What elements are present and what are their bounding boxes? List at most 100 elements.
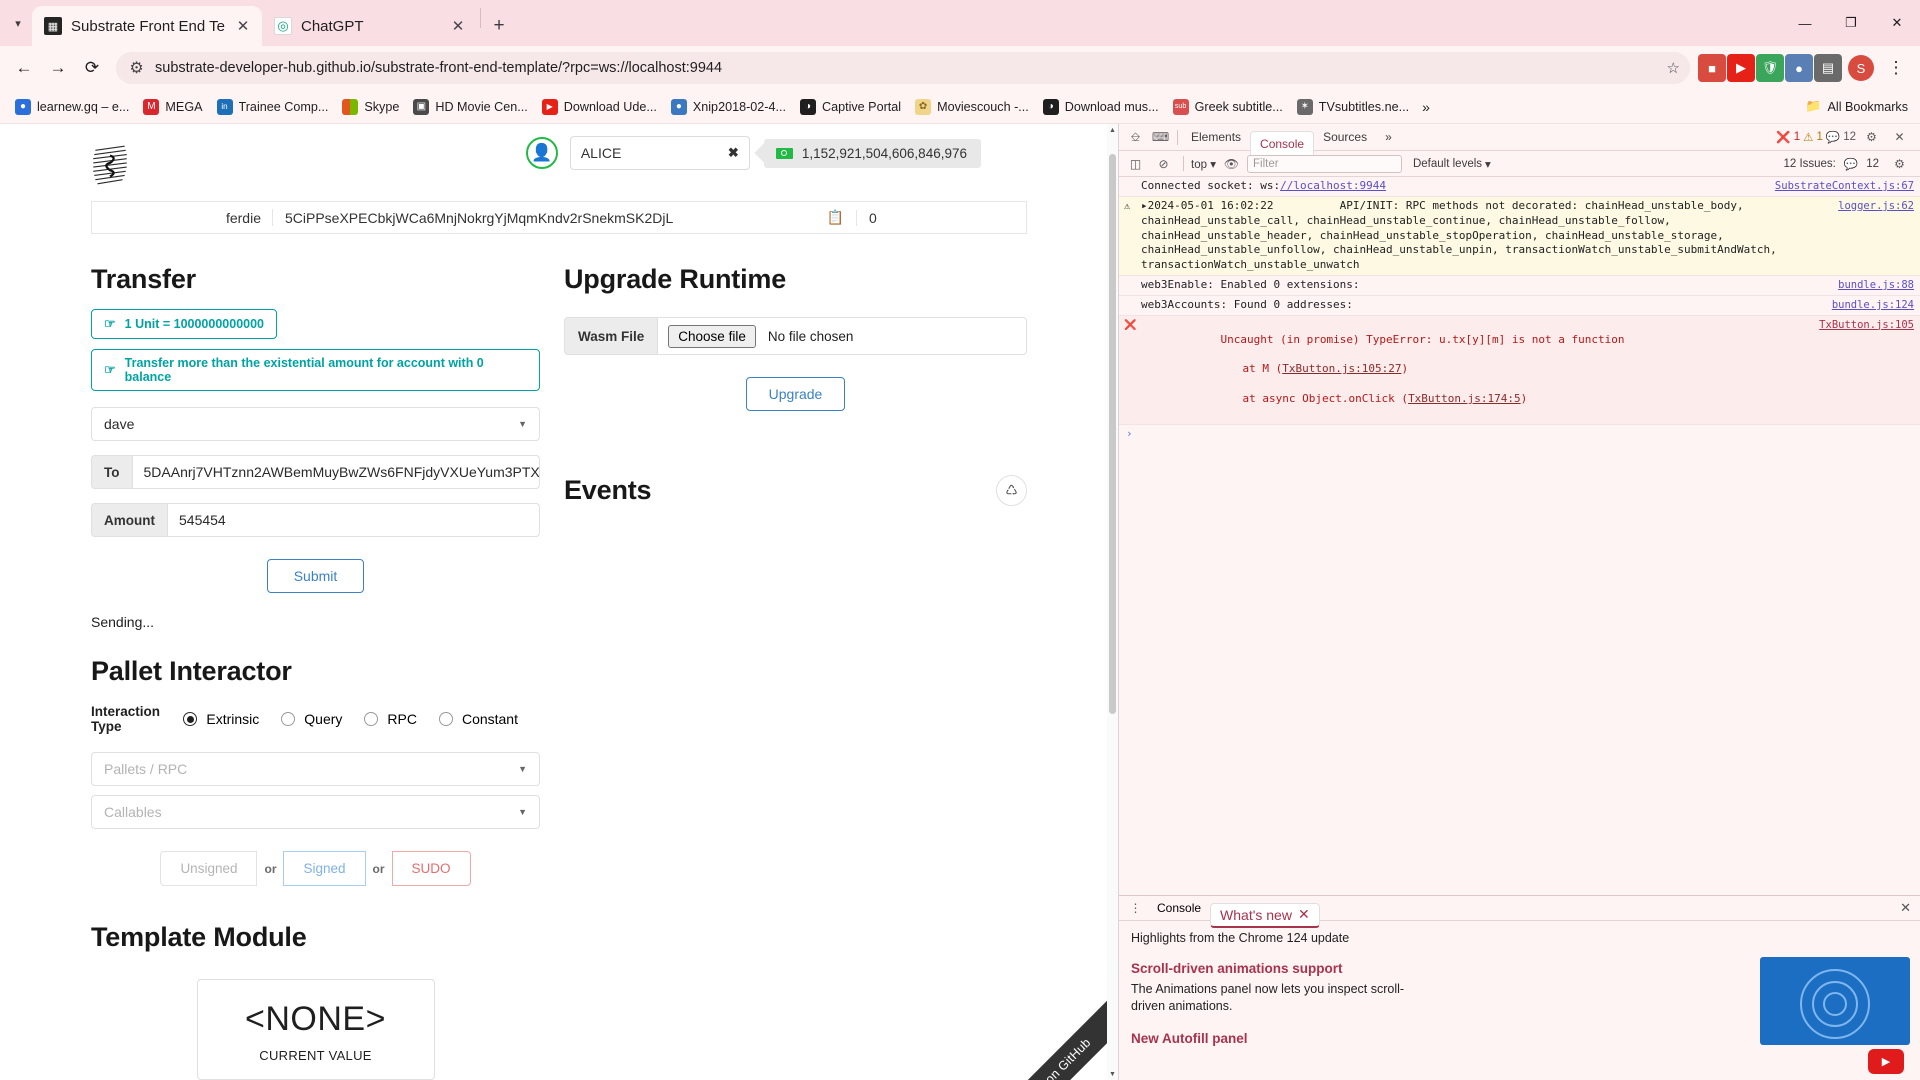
tab-elements[interactable]: Elements — [1182, 124, 1250, 151]
drawer-menu-icon[interactable]: ⋮ — [1123, 896, 1148, 921]
console-source[interactable]: bundle.js:124 — [1832, 298, 1914, 312]
bookmark-item[interactable]: ◑ Download mus... — [1036, 95, 1166, 119]
context-selector[interactable]: top ▾ — [1191, 157, 1216, 171]
message-badge[interactable]: 💬 12 — [1826, 130, 1856, 144]
scrollbar-thumb[interactable] — [1109, 154, 1116, 714]
extension-icon-youtube[interactable]: ▶ — [1727, 54, 1755, 82]
forward-icon[interactable]: → — [42, 52, 74, 84]
hint-unit-label: 1 Unit = 1000000000000 — [124, 317, 264, 331]
callables-select[interactable]: Callables ▼ — [91, 795, 540, 829]
drawer-tab-console[interactable]: Console — [1148, 896, 1210, 921]
minimize-button[interactable]: — — [1782, 0, 1828, 46]
transfer-to-input[interactable]: 5DAAnrj7VHTznn2AWBemMuyBwZWs6FNFjdyVXUeY… — [131, 455, 540, 489]
bookmark-item[interactable]: ✿ Moviescouch -... — [908, 95, 1036, 119]
console-link[interactable]: //localhost:9944 — [1280, 179, 1386, 192]
extension-puzzle-icon[interactable]: ▤ — [1814, 54, 1842, 82]
console-source[interactable]: SubstrateContext.js:67 — [1775, 179, 1914, 193]
wasm-file-input[interactable]: Choose file No file chosen — [657, 317, 1027, 355]
close-window-button[interactable]: ✕ — [1874, 0, 1920, 46]
gear-icon[interactable]: ⚙ — [1859, 125, 1884, 150]
profile-avatar[interactable]: S — [1848, 55, 1874, 81]
bookmarks-overflow-icon[interactable]: » — [1416, 95, 1436, 119]
upgrade-button[interactable]: Upgrade — [745, 377, 846, 411]
sudo-button[interactable]: SUDO — [391, 851, 471, 886]
console-source[interactable]: TxButton.js:105 — [1819, 318, 1914, 332]
transfer-amount-input[interactable]: 545454 — [167, 503, 540, 537]
tab-sources[interactable]: Sources — [1314, 124, 1376, 151]
error-badge[interactable]: ❌ 1 — [1776, 130, 1800, 144]
browser-tab-chatgpt[interactable]: ◎ ChatGPT ✕ — [262, 6, 477, 46]
scroll-up-icon[interactable]: ▲ — [1107, 124, 1118, 136]
log-levels-dropdown[interactable]: Default levels ▾ — [1413, 157, 1491, 171]
all-bookmarks-button[interactable]: 📁 All Bookmarks — [1806, 99, 1912, 114]
new-tab-button[interactable]: + — [484, 11, 514, 41]
chrome-menu-icon[interactable]: ⋮ — [1880, 52, 1912, 84]
choose-file-button[interactable]: Choose file — [668, 324, 756, 348]
account-select[interactable]: ALICE ✖ — [569, 136, 750, 170]
console-sidebar-icon[interactable]: ◫ — [1123, 151, 1148, 176]
bookmark-item[interactable]: Skype — [335, 95, 406, 119]
tab-search-icon[interactable]: ▾ — [4, 0, 32, 46]
whats-new-content: Highlights from the Chrome 124 update Sc… — [1119, 921, 1920, 1080]
browser-tab-substrate[interactable]: ▦ Substrate Front End Tem ✕ — [32, 6, 262, 46]
maximize-button[interactable]: ❐ — [1828, 0, 1874, 46]
close-icon[interactable]: ✕ — [449, 17, 467, 35]
back-icon[interactable]: ← — [8, 52, 40, 84]
pallets-select[interactable]: Pallets / RPC ▼ — [91, 752, 540, 786]
console-prompt[interactable]: › — [1119, 425, 1920, 440]
tab-title: Substrate Front End Tem — [71, 17, 225, 35]
stack-link[interactable]: TxButton.js:174:5 — [1408, 392, 1521, 405]
console-source[interactable]: logger.js:62 — [1838, 199, 1914, 213]
issues-group[interactable]: 12 Issues: 💬 12 ⚙ — [1783, 151, 1916, 176]
bookmark-item[interactable]: M MEGA — [136, 95, 209, 119]
device-toolbar-icon[interactable]: ⌨ — [1148, 125, 1173, 150]
filter-input[interactable]: Filter — [1246, 154, 1402, 173]
signed-button[interactable]: Signed — [283, 851, 366, 886]
radio-query[interactable]: Query — [281, 711, 342, 727]
address-bar[interactable]: ⚙ substrate-developer-hub.github.io/subs… — [116, 52, 1690, 84]
refresh-icon[interactable]: ♺ — [996, 475, 1027, 506]
radio-rpc[interactable]: RPC — [364, 711, 417, 727]
extension-icon-4[interactable]: ● — [1785, 54, 1813, 82]
transfer-from-select[interactable]: dave ▼ — [91, 407, 540, 441]
console-source[interactable]: bundle.js:88 — [1838, 278, 1914, 292]
reload-icon[interactable]: ⟳ — [76, 52, 108, 84]
bookmark-item[interactable]: ● learnew.gq – e... — [8, 95, 136, 119]
extension-icon-shield[interactable]: 🛡 — [1756, 54, 1784, 82]
bookmark-item[interactable]: in Trainee Comp... — [210, 95, 336, 119]
more-tabs-icon[interactable]: » — [1376, 124, 1401, 151]
site-settings-icon[interactable]: ⚙ — [128, 60, 145, 77]
extension-icon-1[interactable]: ■ — [1698, 54, 1726, 82]
console-output[interactable]: Connected socket: ws://localhost:9944 Su… — [1119, 177, 1920, 895]
bookmark-item[interactable]: sub Greek subtitle... — [1166, 95, 1290, 119]
issues-label: 12 Issues: — [1783, 157, 1836, 170]
gear-icon[interactable]: ⚙ — [1887, 151, 1912, 176]
console-message-log: web3Enable: Enabled 0 extensions: bundle… — [1119, 276, 1920, 296]
submit-button[interactable]: Submit — [266, 559, 365, 593]
page-scrollbar[interactable]: ▲ ▼ — [1107, 124, 1118, 1080]
bookmark-item[interactable]: ✶ TVsubtitles.ne... — [1290, 95, 1416, 119]
bookmark-item[interactable]: ▶ Download Ude... — [535, 95, 664, 119]
expand-arrow-icon[interactable]: ▸ — [1141, 199, 1148, 212]
bookmark-item[interactable]: ◑ Captive Portal — [793, 95, 908, 119]
drawer-close-icon[interactable]: ✕ — [1900, 900, 1916, 916]
close-icon[interactable]: ✖ — [728, 145, 739, 161]
fork-me-ribbon[interactable]: Fork me on GitHub — [978, 984, 1118, 1080]
radio-constant[interactable]: Constant — [438, 711, 518, 727]
no-entry-icon[interactable]: ⊘ — [1151, 151, 1176, 176]
copy-icon[interactable]: 📋 — [827, 209, 844, 226]
unsigned-button[interactable]: Unsigned — [160, 851, 258, 886]
interaction-type-label: Interaction Type — [91, 704, 161, 734]
bookmark-item[interactable]: ● Xnip2018-02-4... — [664, 95, 793, 119]
bookmark-item[interactable]: ▣ HD Movie Cen... — [406, 95, 534, 119]
radio-extrinsic[interactable]: Extrinsic — [183, 711, 259, 727]
eye-icon[interactable]: 👁 — [1219, 151, 1244, 176]
close-icon[interactable]: ✕ — [1887, 125, 1912, 150]
close-icon[interactable]: ✕ — [234, 17, 252, 35]
play-icon[interactable]: ▶ — [1868, 1049, 1904, 1074]
scroll-down-icon[interactable]: ▼ — [1107, 1068, 1118, 1080]
warning-badge[interactable]: ⚠ 1 — [1803, 130, 1823, 144]
inspect-icon[interactable]: ⎒ — [1123, 125, 1148, 150]
bookmark-star-icon[interactable]: ☆ — [1667, 59, 1680, 77]
stack-link[interactable]: TxButton.js:105:27 — [1282, 362, 1401, 375]
